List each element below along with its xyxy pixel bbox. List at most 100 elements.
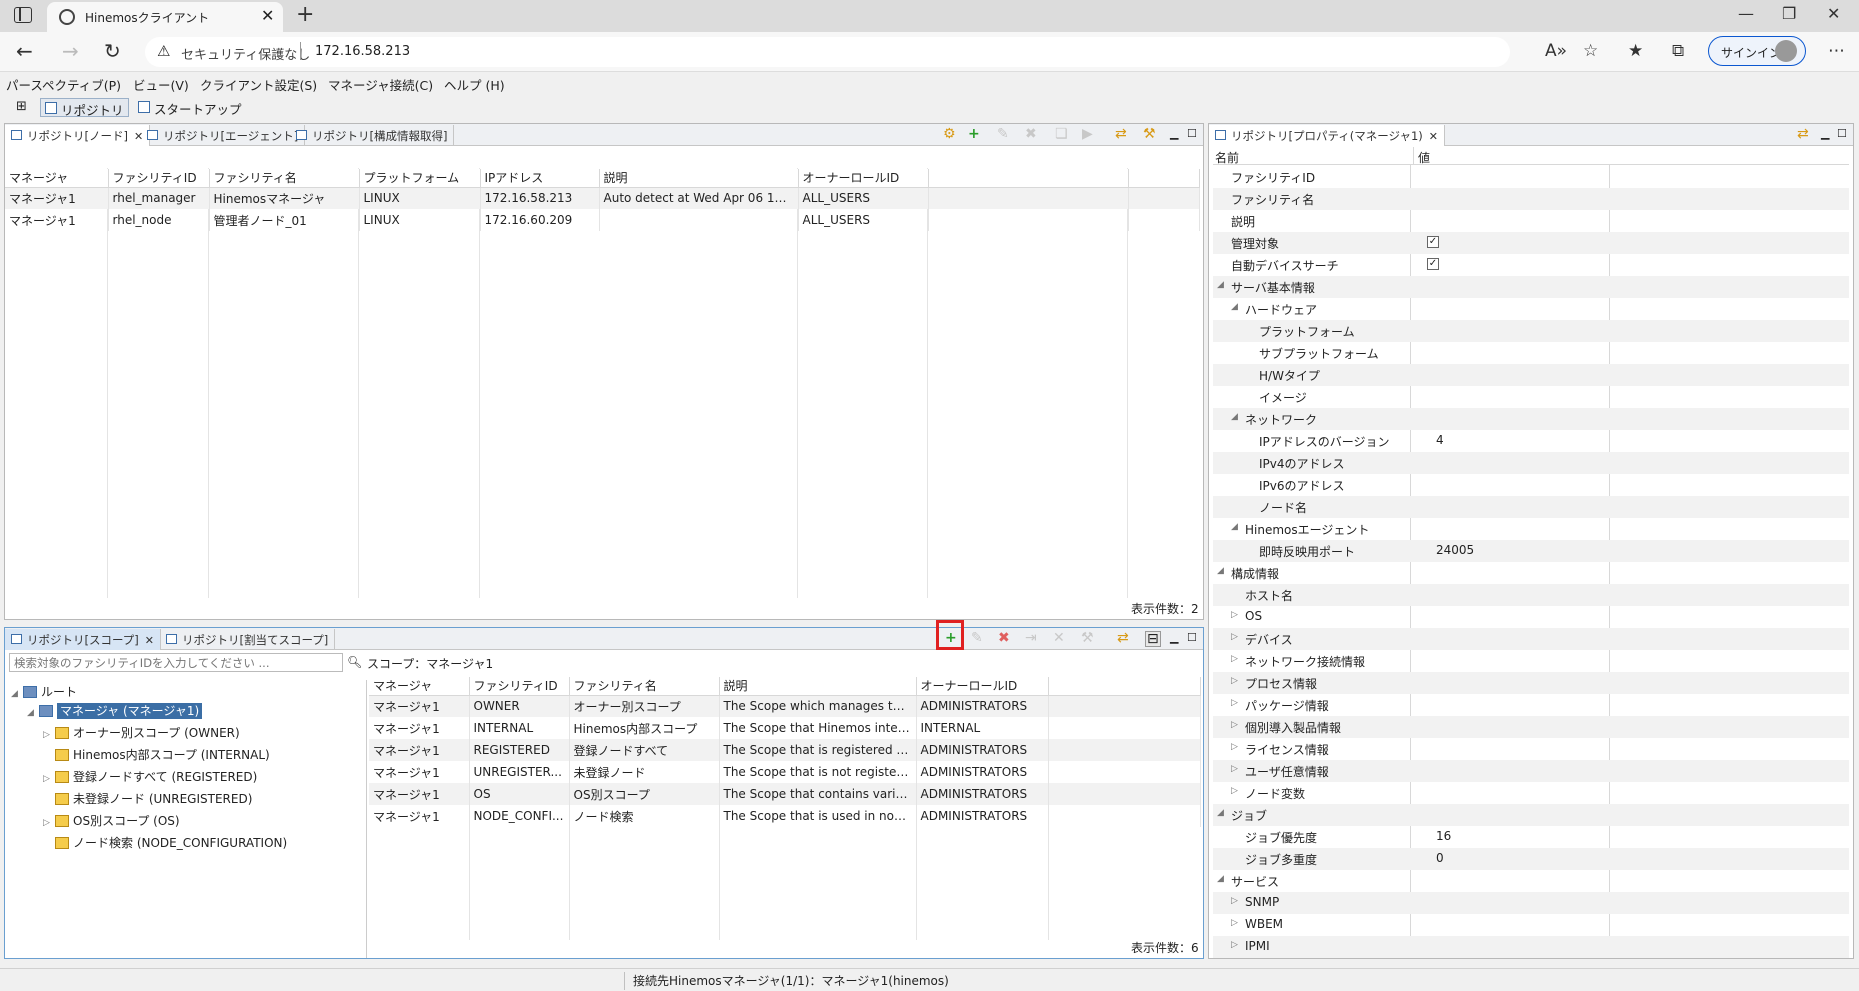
- col-facility-id[interactable]: ファシリティID: [469, 677, 570, 696]
- table-row[interactable]: マネージャ1 rhel_node 管理者ノード_01 LINUX 172.16.…: [5, 209, 1200, 231]
- property-row[interactable]: ジョブ優先度 16: [1213, 826, 1849, 848]
- tab-actions-icon[interactable]: [14, 7, 32, 23]
- property-row[interactable]: ◢ ジョブ: [1213, 804, 1849, 826]
- url-field[interactable]: ⚠ セキュリティ保護なし 172.16.58.213: [145, 37, 1510, 67]
- property-row[interactable]: ◢ ネットワーク: [1213, 408, 1849, 430]
- property-row[interactable]: ジョブ多重度 0: [1213, 848, 1849, 870]
- tree-item-root[interactable]: ◢ ルート: [11, 683, 77, 703]
- menu-view[interactable]: ビュー(V): [133, 75, 189, 94]
- perspective-repository[interactable]: リポジトリ: [40, 98, 129, 118]
- new-tab-icon[interactable]: +: [296, 2, 314, 27]
- minimize-view-icon[interactable]: ▁: [1170, 127, 1178, 141]
- twisty-icon[interactable]: ◢: [1231, 412, 1238, 422]
- refresh-icon[interactable]: ↻: [104, 39, 121, 63]
- col-platform[interactable]: プラットフォーム: [359, 169, 481, 188]
- property-row[interactable]: ファシリティ名: [1213, 188, 1849, 210]
- twisty-icon[interactable]: ▷: [43, 774, 55, 784]
- col-name[interactable]: 名前: [1215, 149, 1239, 166]
- delete-icon[interactable]: ✖: [998, 631, 1010, 645]
- twisty-icon[interactable]: ▷: [1231, 698, 1238, 708]
- maximize-view-icon[interactable]: ☐: [1187, 127, 1197, 141]
- tree-item-manager[interactable]: ◢ マネージャ (マネージャ1): [27, 702, 203, 722]
- twisty-icon[interactable]: ◢: [1217, 566, 1224, 576]
- assign-icon[interactable]: ⇥: [1025, 631, 1037, 645]
- collections-icon[interactable]: ⧉: [1672, 41, 1684, 61]
- property-row[interactable]: ノード名: [1213, 496, 1849, 518]
- refresh-icon[interactable]: ⇄: [1797, 127, 1809, 141]
- add-favorite-icon[interactable]: ☆: [1583, 41, 1598, 61]
- col-description[interactable]: 説明: [599, 169, 799, 188]
- property-row[interactable]: ◢ ハードウェア: [1213, 298, 1849, 320]
- close-tab-icon[interactable]: ✕: [261, 6, 274, 25]
- menu-manager-connection[interactable]: マネージャ接続(C): [328, 75, 433, 94]
- twisty-icon[interactable]: ▷: [1231, 742, 1238, 752]
- twisty-icon[interactable]: ◢: [11, 689, 23, 699]
- property-row[interactable]: ▷ パッケージ情報: [1213, 694, 1849, 716]
- table-row[interactable]: マネージャ1 OWNER オーナー別スコープ The Scope which mana…: [369, 695, 1201, 717]
- tab-repository-property[interactable]: リポジトリ[プロパティ(マネージャ1) ✕: [1209, 125, 1445, 146]
- col-description[interactable]: 説明: [719, 677, 917, 696]
- col-manager[interactable]: マネージャ: [5, 169, 109, 188]
- property-row[interactable]: IPv4のアドレス: [1213, 452, 1849, 474]
- twisty-icon[interactable]: ▷: [1231, 720, 1238, 730]
- property-row[interactable]: 自動デバイスサーチ ✓: [1213, 254, 1849, 276]
- property-row[interactable]: 即時反映用ポート 24005: [1213, 540, 1849, 562]
- property-row[interactable]: ▷ ライセンス情報: [1213, 738, 1849, 760]
- property-row[interactable]: ▷ IPMI: [1213, 936, 1849, 958]
- restore-window-icon[interactable]: ❐: [1782, 4, 1796, 23]
- signin-button[interactable]: サインイン: [1708, 36, 1806, 66]
- property-row[interactable]: ◢ サーバ基本情報: [1213, 276, 1849, 298]
- twisty-icon[interactable]: ◢: [1231, 522, 1238, 532]
- tab-repository-node[interactable]: リポジトリ[ノード] ✕: [5, 125, 151, 146]
- tree-item-node-config[interactable]: ノード検索 (NODE_CONFIGURATION): [43, 834, 287, 854]
- col-facility-id[interactable]: ファシリティID: [108, 169, 210, 188]
- property-row[interactable]: ▷ WBEM: [1213, 914, 1849, 936]
- back-icon[interactable]: ←: [16, 39, 33, 63]
- tab-repository-scope[interactable]: リポジトリ[スコープ] ✕: [5, 629, 162, 650]
- node-map-icon[interactable]: ⚙: [943, 127, 956, 141]
- property-row[interactable]: IPv6のアドレス: [1213, 474, 1849, 496]
- checkbox[interactable]: ✓: [1427, 258, 1439, 270]
- col-facility-name[interactable]: ファシリティ名: [569, 677, 720, 696]
- table-row[interactable]: マネージャ1 OS OS別スコープ The Scope that contains v…: [369, 783, 1201, 805]
- property-row[interactable]: ▷ ノード変数: [1213, 782, 1849, 804]
- tree-item-owner[interactable]: ▷ オーナー別スコープ (OWNER): [43, 724, 240, 744]
- tab-repository-assigned-scope[interactable]: リポジトリ[割当てスコープ]: [160, 629, 336, 650]
- refresh-icon[interactable]: ⇄: [1115, 127, 1127, 141]
- twisty-icon[interactable]: ▷: [1231, 940, 1238, 950]
- property-row[interactable]: ホスト名: [1213, 584, 1849, 606]
- tree-item-unregistered[interactable]: 未登録ノード (UNREGISTERED): [43, 790, 252, 810]
- twisty-icon[interactable]: ▷: [1231, 654, 1238, 664]
- col-owner-role[interactable]: オーナーロールID: [798, 169, 929, 188]
- add-node-button[interactable]: +: [968, 127, 980, 141]
- property-row[interactable]: 説明: [1213, 210, 1849, 232]
- edit-icon[interactable]: ✎: [997, 127, 1009, 141]
- close-icon[interactable]: ✕: [145, 634, 154, 647]
- twisty-icon[interactable]: ▷: [43, 818, 55, 828]
- table-row[interactable]: マネージャ1 INTERNAL Hinemos内部スコープ The Scope tha…: [369, 717, 1201, 739]
- col-value[interactable]: 値: [1413, 147, 1434, 165]
- checkbox[interactable]: ✓: [1427, 236, 1439, 248]
- maximize-view-icon[interactable]: ☐: [1837, 127, 1847, 141]
- property-row[interactable]: IPアドレスのバージョン 4: [1213, 430, 1849, 452]
- close-window-icon[interactable]: ✕: [1827, 4, 1840, 23]
- twisty-icon[interactable]: ◢: [1217, 280, 1224, 290]
- refresh-icon[interactable]: ⇄: [1117, 631, 1129, 645]
- facility-search-input[interactable]: [9, 653, 343, 672]
- tree-item-os[interactable]: ▷ OS別スコープ (OS): [43, 812, 180, 832]
- col-owner-role[interactable]: オーナーロールID: [916, 677, 1049, 696]
- tree-item-registered[interactable]: ▷ 登録ノードすべて (REGISTERED): [43, 768, 257, 788]
- property-row[interactable]: ファシリティID: [1213, 166, 1849, 188]
- open-perspective-icon[interactable]: ⊞: [16, 99, 27, 114]
- property-row[interactable]: ▷ ネットワーク接続情報: [1213, 650, 1849, 672]
- delete-icon[interactable]: ✖: [1025, 127, 1037, 141]
- twisty-icon[interactable]: ▷: [1231, 632, 1238, 642]
- browser-tab[interactable]: Hinemosクライアント ✕: [47, 2, 283, 32]
- property-row[interactable]: ▷ ユーザ任意情報: [1213, 760, 1849, 782]
- property-row[interactable]: ▷ デバイス: [1213, 628, 1849, 650]
- connect-icon[interactable]: ⚒: [1143, 127, 1156, 141]
- twisty-icon[interactable]: ▷: [1231, 610, 1238, 620]
- minimize-window-icon[interactable]: —: [1738, 4, 1754, 23]
- twisty-icon[interactable]: ▷: [1231, 676, 1238, 686]
- property-row[interactable]: プラットフォーム: [1213, 320, 1849, 342]
